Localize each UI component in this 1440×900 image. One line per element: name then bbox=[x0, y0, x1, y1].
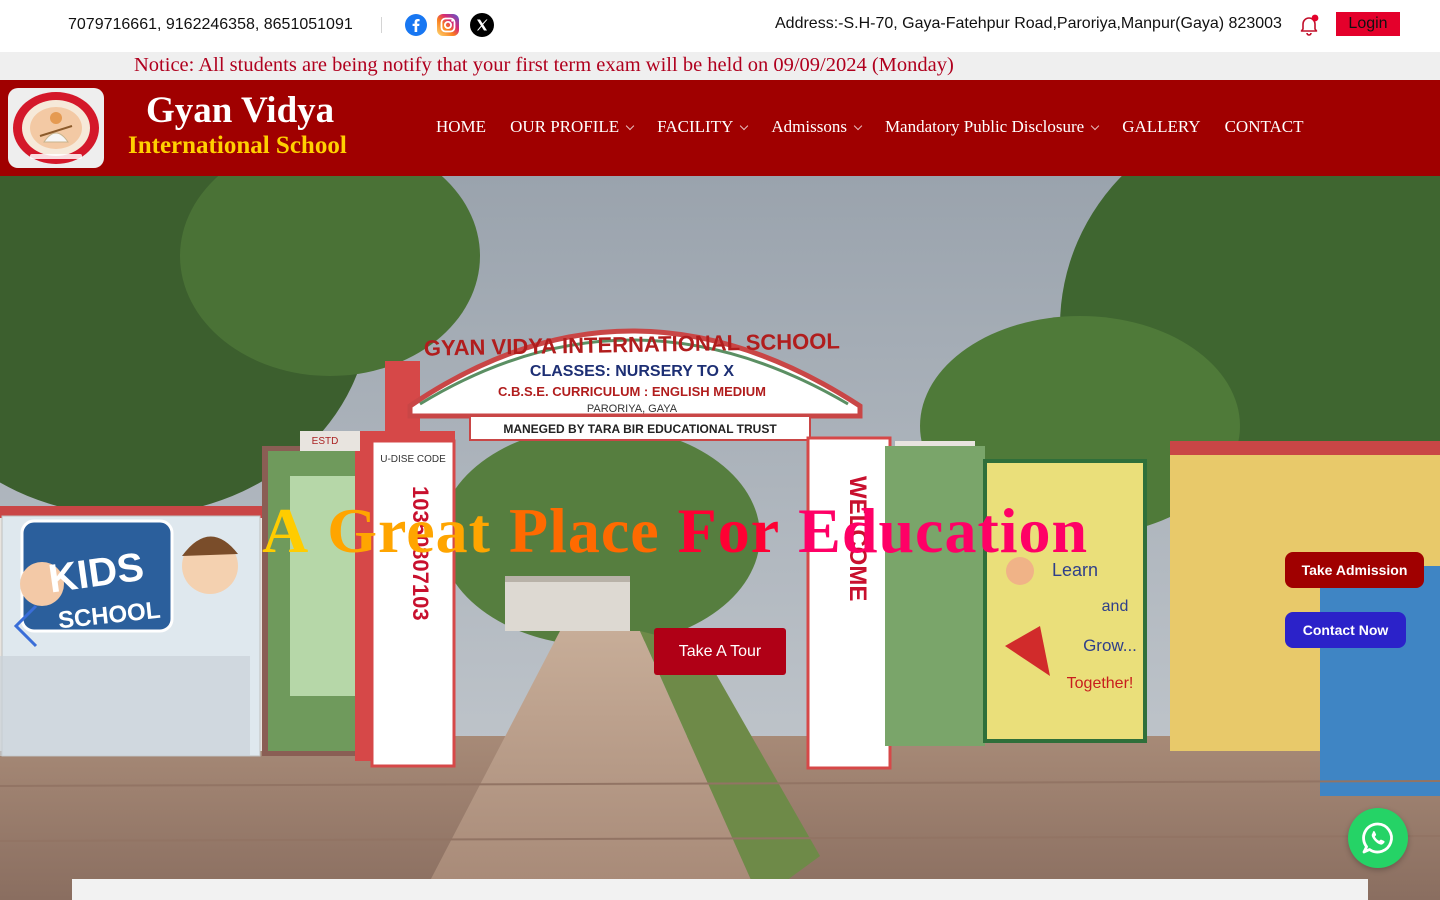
nav-item-home[interactable]: HOME bbox=[436, 117, 486, 137]
top-contact-bar: 7079716661, 9162246358, 8651051091 Addre… bbox=[0, 0, 1440, 52]
facebook-icon[interactable] bbox=[405, 14, 427, 36]
main-nav: HOME OUR PROFILE FACILITY Admissons Mand… bbox=[436, 117, 1304, 137]
mural-together-text: Together! bbox=[1067, 675, 1134, 692]
school-address: Address:-S.H-70, Gaya-Fatehpur Road,Paro… bbox=[775, 15, 1282, 32]
bell-icon[interactable] bbox=[1297, 13, 1321, 37]
school-emblem-icon bbox=[13, 92, 99, 164]
hero-headline: A Great Place For Education bbox=[262, 494, 1088, 568]
main-header: Gyan Vidya International School HOME OUR… bbox=[0, 80, 1440, 176]
whatsapp-icon[interactable] bbox=[1348, 808, 1408, 868]
gate-curriculum-text: C.B.S.E. CURRICULUM : ENGLISH MEDIUM bbox=[498, 384, 766, 399]
chevron-down-icon bbox=[625, 121, 635, 130]
udise-label-text: U-DISE CODE bbox=[380, 454, 446, 465]
nav-label: CONTACT bbox=[1224, 117, 1304, 136]
chevron-down-icon bbox=[853, 121, 863, 130]
headline-word: Great bbox=[327, 495, 491, 566]
gate-trust-text: MANEGED BY TARA BIR EDUCATIONAL TRUST bbox=[503, 422, 777, 436]
nav-item-public-disclosure[interactable]: Mandatory Public Disclosure bbox=[884, 117, 1100, 137]
login-button[interactable]: Login bbox=[1336, 12, 1400, 36]
mural-grow-text: Grow... bbox=[1083, 636, 1137, 655]
nav-item-contact[interactable]: CONTACT bbox=[1225, 117, 1304, 137]
phone-numbers: 7079716661, 9162246358, 8651051091 bbox=[68, 16, 353, 33]
brand-name: Gyan Vidya bbox=[146, 90, 335, 131]
headline-word: For bbox=[677, 495, 781, 566]
x-twitter-icon[interactable] bbox=[470, 13, 494, 37]
nav-item-admissions[interactable]: Admissons bbox=[771, 117, 863, 137]
nav-label: OUR PROFILE bbox=[510, 117, 620, 136]
hero-slider: KIDS SCHOOL GYAN VIDYA INTERNATIONAL SCH… bbox=[0, 176, 1440, 900]
instagram-icon[interactable] bbox=[437, 14, 459, 36]
chevron-down-icon bbox=[1090, 121, 1100, 130]
nav-item-gallery[interactable]: GALLERY bbox=[1122, 117, 1200, 137]
nav-label: FACILITY bbox=[657, 117, 734, 136]
gate-place-text: PARORIYA, GAYA bbox=[587, 403, 678, 415]
headline-word: Place bbox=[508, 495, 660, 566]
gate-classes-text: CLASSES: NURSERY TO X bbox=[530, 363, 735, 380]
content-card-edge bbox=[72, 879, 1368, 900]
nav-label: Admissons bbox=[771, 117, 847, 136]
nav-label: GALLERY bbox=[1122, 117, 1201, 136]
chevron-down-icon bbox=[740, 121, 749, 130]
brand-subtitle: International School bbox=[128, 132, 347, 159]
take-admission-button[interactable]: Take Admission bbox=[1285, 552, 1424, 588]
contact-now-button[interactable]: Contact Now bbox=[1285, 612, 1406, 648]
chevron-left-icon[interactable] bbox=[12, 604, 40, 648]
divider bbox=[381, 17, 382, 33]
notice-marquee: Notice: All students are being notify th… bbox=[0, 52, 1440, 80]
notice-text: Notice: All students are being notify th… bbox=[134, 54, 954, 76]
take-a-tour-button[interactable]: Take A Tour bbox=[654, 628, 786, 675]
school-logo[interactable] bbox=[8, 88, 104, 168]
nav-item-our-profile[interactable]: OUR PROFILE bbox=[510, 117, 635, 137]
headline-word: A bbox=[262, 495, 310, 566]
nav-label: Mandatory Public Disclosure bbox=[884, 117, 1085, 136]
nav-label: HOME bbox=[436, 117, 487, 136]
nav-item-facility[interactable]: FACILITY bbox=[657, 117, 749, 137]
mural-and-text: and bbox=[1102, 598, 1129, 615]
headline-word: Education bbox=[798, 495, 1089, 566]
gate-estd-text: ESTD bbox=[312, 436, 339, 447]
